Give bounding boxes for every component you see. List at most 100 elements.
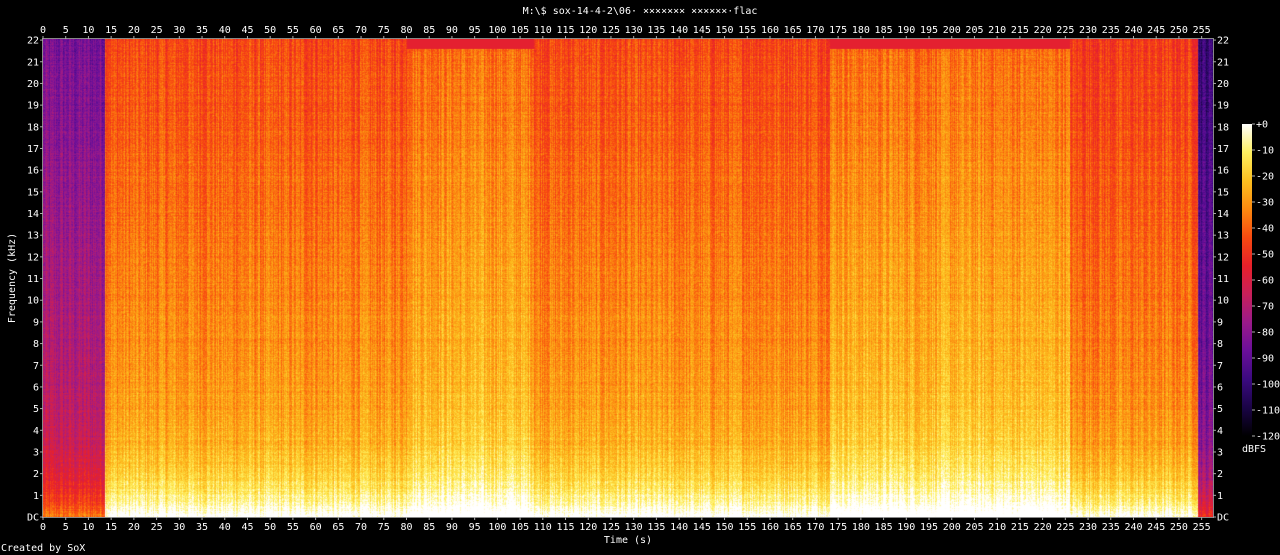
x-tick-label-bottom: 160 bbox=[761, 522, 779, 533]
x-tick-label-top: 225 bbox=[1056, 25, 1074, 36]
y-tick-label-right: 18 bbox=[1217, 122, 1229, 133]
y-tick-label-left: 3 bbox=[33, 447, 39, 458]
x-tick-label-top: 110 bbox=[534, 25, 552, 36]
y-tick-label-right: 19 bbox=[1217, 101, 1229, 112]
x-tick-label-top: 175 bbox=[829, 25, 847, 36]
y-tick-label-right: 16 bbox=[1217, 166, 1229, 177]
chart-axes: 0055101015152020252530303535404045455050… bbox=[7, 25, 1280, 546]
x-tick-label-bottom: 225 bbox=[1056, 522, 1074, 533]
x-tick-label-bottom: 220 bbox=[1034, 522, 1052, 533]
x-tick-label-bottom: 90 bbox=[446, 522, 458, 533]
y-tick-label-left: 5 bbox=[33, 404, 39, 415]
y-tick-label-left: 20 bbox=[27, 79, 39, 90]
x-tick-label-top: 240 bbox=[1124, 25, 1142, 36]
x-tick-label-bottom: 45 bbox=[241, 522, 253, 533]
x-tick-label-top: 80 bbox=[400, 25, 412, 36]
x-tick-label-top: 140 bbox=[670, 25, 688, 36]
x-tick-label-top: 0 bbox=[40, 25, 46, 36]
x-tick-label-top: 220 bbox=[1034, 25, 1052, 36]
x-tick-label-bottom: 120 bbox=[579, 522, 597, 533]
x-tick-label-bottom: 100 bbox=[488, 522, 506, 533]
y-tick-label-left: 15 bbox=[27, 187, 39, 198]
x-tick-label-bottom: 155 bbox=[738, 522, 756, 533]
x-tick-label-top: 125 bbox=[602, 25, 620, 36]
colorbar-tick-label: -60 bbox=[1256, 276, 1274, 287]
x-tick-label-top: 40 bbox=[219, 25, 231, 36]
x-tick-label-bottom: 235 bbox=[1102, 522, 1120, 533]
x-tick-label-bottom: 165 bbox=[784, 522, 802, 533]
x-tick-label-bottom: 80 bbox=[400, 522, 412, 533]
x-tick-label-top: 30 bbox=[173, 25, 185, 36]
y-tick-label-left: 10 bbox=[27, 296, 39, 307]
y-tick-label-right: 3 bbox=[1217, 447, 1223, 458]
x-tick-label-bottom: 135 bbox=[647, 522, 665, 533]
y-tick-label-right: 21 bbox=[1217, 57, 1229, 68]
x-tick-label-top: 130 bbox=[625, 25, 643, 36]
x-tick-label-bottom: 50 bbox=[264, 522, 276, 533]
x-tick-label-bottom: 95 bbox=[469, 522, 481, 533]
x-tick-label-bottom: 255 bbox=[1193, 522, 1211, 533]
y-tick-label-right: 17 bbox=[1217, 144, 1229, 155]
x-axis-label: Time (s) bbox=[604, 535, 652, 546]
y-tick-label-left: 8 bbox=[33, 339, 39, 350]
x-tick-label-top: 215 bbox=[1011, 25, 1029, 36]
spectrogram-figure: M:\$ sox-14-4-2\06· ××××××× ××××××·flac … bbox=[0, 0, 1280, 555]
x-tick-label-bottom: 25 bbox=[151, 522, 163, 533]
colorbar-tick-label: -70 bbox=[1256, 302, 1274, 313]
y-tick-label-right: 7 bbox=[1217, 361, 1223, 372]
plot-frame bbox=[42, 38, 1214, 518]
x-tick-label-bottom: 110 bbox=[534, 522, 552, 533]
x-tick-label-top: 15 bbox=[105, 25, 117, 36]
x-tick-label-bottom: 105 bbox=[511, 522, 529, 533]
colorbar bbox=[1242, 124, 1252, 436]
x-tick-label-top: 100 bbox=[488, 25, 506, 36]
x-tick-label-top: 190 bbox=[897, 25, 915, 36]
x-tick-label-bottom: 180 bbox=[852, 522, 870, 533]
x-tick-label-top: 180 bbox=[852, 25, 870, 36]
x-tick-label-top: 255 bbox=[1193, 25, 1211, 36]
x-tick-label-bottom: 10 bbox=[82, 522, 94, 533]
x-tick-label-bottom: 175 bbox=[829, 522, 847, 533]
y-tick-label-right: 2 bbox=[1217, 469, 1223, 480]
x-tick-label-top: 85 bbox=[423, 25, 435, 36]
y-tick-label-right: 13 bbox=[1217, 231, 1229, 242]
y-tick-label-left: 22 bbox=[27, 36, 39, 47]
x-tick-label-top: 195 bbox=[920, 25, 938, 36]
colorbar-tick-label: -80 bbox=[1256, 328, 1274, 339]
colorbar-tick-label: -110 bbox=[1256, 406, 1280, 417]
y-tick-label-left: 18 bbox=[27, 122, 39, 133]
colorbar-tick-label: -30 bbox=[1256, 198, 1274, 209]
x-tick-label-bottom: 145 bbox=[693, 522, 711, 533]
y-tick-label-right: 9 bbox=[1217, 317, 1223, 328]
x-tick-label-top: 245 bbox=[1147, 25, 1165, 36]
x-tick-label-bottom: 140 bbox=[670, 522, 688, 533]
y-tick-label-left: 4 bbox=[33, 426, 39, 437]
x-tick-label-bottom: 15 bbox=[105, 522, 117, 533]
colorbar-tick-label: -40 bbox=[1256, 224, 1274, 235]
colorbar-tick-label: -120 bbox=[1256, 432, 1280, 443]
x-tick-label-bottom: 0 bbox=[40, 522, 46, 533]
y-tick-label-right: DC bbox=[1217, 513, 1229, 524]
x-tick-label-bottom: 210 bbox=[988, 522, 1006, 533]
y-tick-label-left: 17 bbox=[27, 144, 39, 155]
x-tick-label-bottom: 200 bbox=[943, 522, 961, 533]
x-tick-label-bottom: 195 bbox=[920, 522, 938, 533]
x-tick-label-bottom: 115 bbox=[556, 522, 574, 533]
x-tick-label-top: 230 bbox=[1079, 25, 1097, 36]
x-tick-label-top: 5 bbox=[63, 25, 69, 36]
y-tick-label-left: DC bbox=[27, 513, 39, 524]
x-tick-label-bottom: 85 bbox=[423, 522, 435, 533]
x-tick-label-bottom: 125 bbox=[602, 522, 620, 533]
x-tick-label-bottom: 55 bbox=[287, 522, 299, 533]
x-tick-label-bottom: 230 bbox=[1079, 522, 1097, 533]
y-tick-label-left: 16 bbox=[27, 166, 39, 177]
y-tick-label-right: 4 bbox=[1217, 426, 1223, 437]
y-tick-label-right: 5 bbox=[1217, 404, 1223, 415]
x-tick-label-top: 170 bbox=[806, 25, 824, 36]
x-tick-label-top: 95 bbox=[469, 25, 481, 36]
y-tick-label-left: 19 bbox=[27, 101, 39, 112]
y-tick-label-right: 14 bbox=[1217, 209, 1229, 220]
x-tick-label-top: 10 bbox=[82, 25, 94, 36]
y-tick-label-right: 20 bbox=[1217, 79, 1229, 90]
x-tick-label-top: 135 bbox=[647, 25, 665, 36]
